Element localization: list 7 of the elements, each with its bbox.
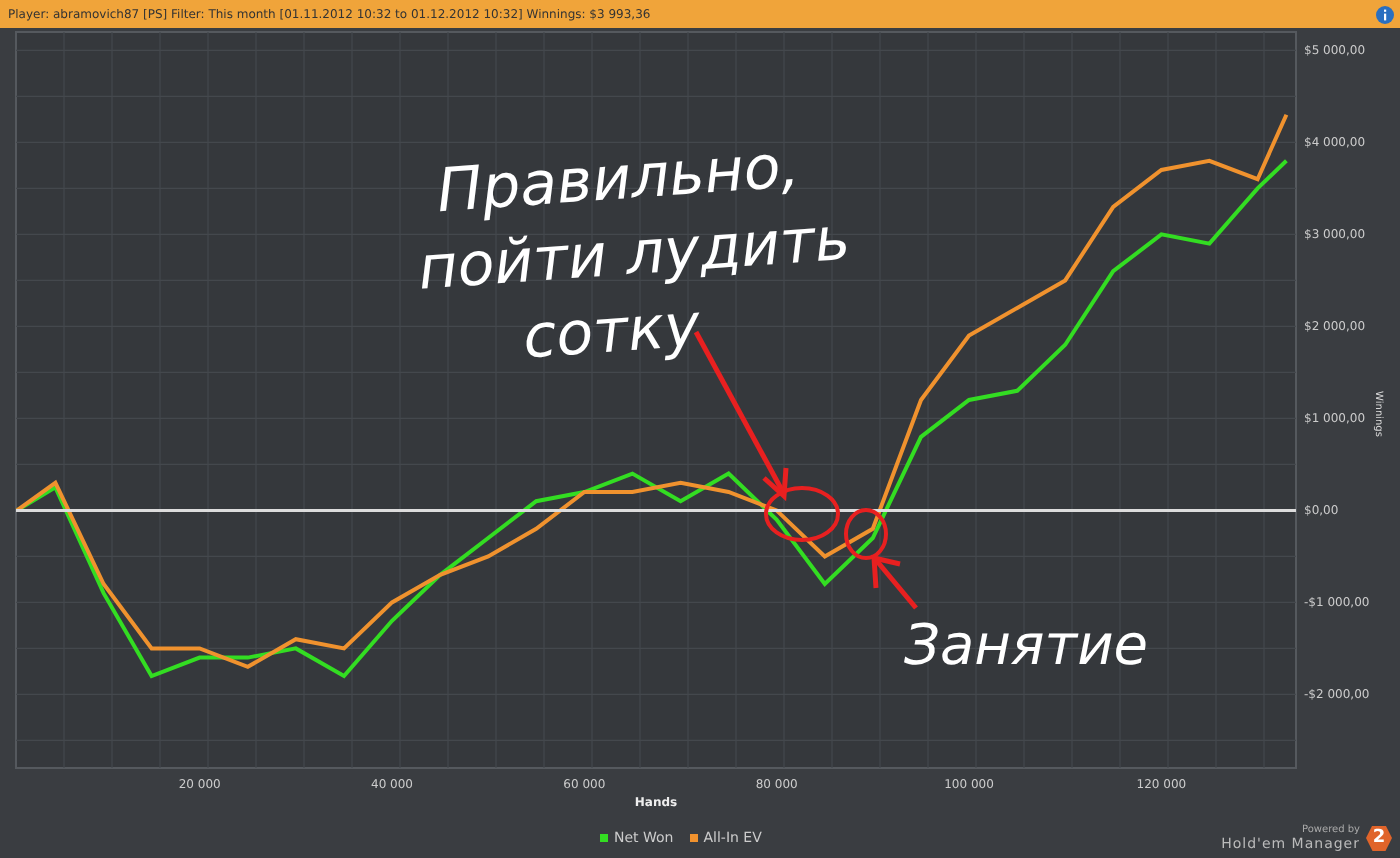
handwritten-note: Занятие bbox=[904, 612, 1148, 678]
circle-mark bbox=[844, 508, 888, 560]
arrow bbox=[871, 554, 918, 610]
handwritten-note: Правильно, пойти лудить сотку bbox=[416, 132, 853, 374]
circle-mark bbox=[764, 486, 840, 542]
info-icon[interactable] bbox=[1376, 5, 1394, 23]
brand-logo: 2 bbox=[1366, 825, 1392, 851]
